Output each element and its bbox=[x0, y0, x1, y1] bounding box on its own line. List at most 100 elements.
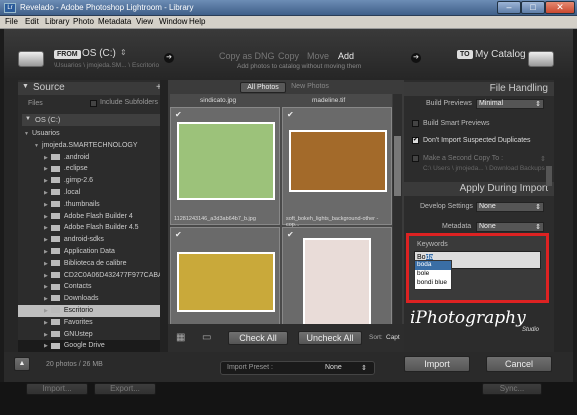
triangle-down-icon[interactable]: ▼ bbox=[24, 131, 29, 137]
photo-thumbnail[interactable] bbox=[177, 252, 275, 312]
menu-metadata[interactable]: Metadata bbox=[98, 17, 131, 26]
grid-scrollbar[interactable] bbox=[393, 94, 402, 342]
second-copy-checkbox[interactable] bbox=[412, 155, 419, 162]
include-subfolders-checkbox[interactable] bbox=[90, 100, 97, 107]
triangle-down-icon[interactable]: ▼ bbox=[34, 143, 39, 149]
tab-all-photos[interactable]: All Photos bbox=[240, 82, 286, 93]
folder-icon bbox=[50, 342, 60, 349]
grid-view-icon[interactable]: ▦ bbox=[176, 332, 185, 343]
source-path[interactable]: \Usuarios \ jmojeda.SM... \ Escritorio bbox=[54, 62, 159, 69]
metadata-dropdown[interactable]: None ⇕ bbox=[476, 222, 544, 232]
triangle-right-icon[interactable]: ▶ bbox=[44, 214, 48, 220]
chevron-updown-icon[interactable]: ⇕ bbox=[120, 48, 127, 57]
build-smart-previews-checkbox[interactable] bbox=[412, 120, 419, 127]
folder-tree-item[interactable]: ▼ Usuarios bbox=[18, 128, 168, 140]
triangle-right-icon[interactable]: ▶ bbox=[44, 225, 48, 231]
triangle-right-icon[interactable]: ▶ bbox=[44, 308, 48, 314]
mode-copy[interactable]: Copy bbox=[278, 51, 299, 61]
develop-settings-dropdown[interactable]: None ⇕ bbox=[476, 202, 544, 212]
folder-tree-item[interactable]: ▶ Contacts bbox=[18, 281, 168, 293]
folder-tree-item[interactable]: ▶ .thumbnails bbox=[18, 199, 168, 211]
folder-tree-item[interactable]: ▶ .gimp-2.6 bbox=[18, 175, 168, 187]
triangle-right-icon[interactable]: ▶ bbox=[44, 343, 48, 349]
build-previews-dropdown[interactable]: Minimal ⇕ bbox=[476, 99, 544, 109]
triangle-right-icon[interactable]: ▶ bbox=[44, 190, 48, 196]
mode-copy-as-dng[interactable]: Copy as DNG bbox=[219, 51, 275, 61]
folder-tree-item[interactable]: ▶ Adobe Flash Builder 4.5 bbox=[18, 222, 168, 234]
folder-tree-item[interactable]: ▶ android-sdks bbox=[18, 234, 168, 246]
tab-new-photos[interactable]: New Photos bbox=[288, 82, 332, 93]
checkmark-icon[interactable]: ✔ bbox=[287, 231, 295, 239]
triangle-right-icon[interactable]: ▶ bbox=[44, 296, 48, 302]
checkmark-icon[interactable]: ✔ bbox=[287, 111, 295, 119]
menu-photo[interactable]: Photo bbox=[73, 17, 94, 26]
loupe-view-icon[interactable]: ▭ bbox=[202, 332, 211, 343]
uncheck-all-button[interactable]: Uncheck All bbox=[298, 331, 362, 345]
menu-library[interactable]: Library bbox=[45, 17, 69, 26]
folder-tree-item[interactable]: ▶ .eclipse bbox=[18, 163, 168, 175]
folder-tree-item[interactable]: ▶ Biblioteca de calibre bbox=[18, 258, 168, 270]
folder-tree-item[interactable]: ▶ .local bbox=[18, 187, 168, 199]
thumbnail-cell[interactable]: ✔ 11281243146_a3d3ab64b7_b.jpg bbox=[170, 107, 280, 225]
apply-during-import-header[interactable]: Apply During Import bbox=[404, 182, 554, 196]
suggestion-item[interactable]: bondi blue bbox=[415, 279, 451, 288]
folder-tree-item[interactable]: ▶ Google Drive bbox=[18, 340, 168, 352]
triangle-right-icon[interactable]: ▶ bbox=[44, 249, 48, 255]
checkmark-icon[interactable]: ✔ bbox=[175, 111, 183, 119]
source-panel-header[interactable]: ▼ Source + bbox=[18, 82, 168, 95]
maximize-button[interactable]: □ bbox=[521, 1, 545, 14]
cancel-button[interactable]: Cancel bbox=[486, 356, 552, 372]
import-button[interactable]: Import bbox=[404, 356, 470, 372]
thumbnail-cell[interactable]: ✔ soft_bokeh_lights_background-other - c… bbox=[282, 107, 392, 228]
photo-thumbnail[interactable] bbox=[289, 130, 387, 192]
mode-move[interactable]: Move bbox=[307, 51, 329, 61]
photo-thumbnail[interactable] bbox=[303, 238, 371, 330]
triangle-right-icon[interactable]: ▶ bbox=[44, 261, 48, 267]
folder-icon bbox=[50, 307, 60, 314]
triangle-right-icon[interactable]: ▶ bbox=[44, 284, 48, 290]
folder-tree-item[interactable]: ▶ Downloads bbox=[18, 293, 168, 305]
folder-tree-item[interactable]: ▶ Adobe Flash Builder 4 bbox=[18, 211, 168, 223]
close-button[interactable]: ✕ bbox=[545, 1, 575, 14]
source-selector[interactable]: OS (C:) bbox=[82, 48, 116, 59]
checkmark-icon[interactable]: ✔ bbox=[175, 231, 183, 239]
triangle-right-icon[interactable]: ▶ bbox=[44, 166, 48, 172]
file-handling-header[interactable]: File Handling bbox=[404, 82, 554, 96]
triangle-right-icon[interactable]: ▶ bbox=[44, 155, 48, 161]
menu-view[interactable]: View bbox=[136, 17, 153, 26]
check-all-button[interactable]: Check All bbox=[228, 331, 288, 345]
menu-window[interactable]: Window bbox=[159, 17, 187, 26]
source-scrollbar[interactable] bbox=[160, 80, 168, 352]
drive-row[interactable]: ▼ OS (C:) bbox=[22, 114, 162, 126]
menu-file[interactable]: File bbox=[5, 17, 18, 26]
destination-label[interactable]: My Catalog bbox=[475, 49, 526, 60]
right-panel-scroll-thumb[interactable] bbox=[546, 166, 552, 186]
triangle-right-icon[interactable]: ▶ bbox=[44, 237, 48, 243]
second-copy-path[interactable]: C:\ Users \ jmojeda... \ Download Backup… bbox=[423, 165, 545, 172]
import-preset-bar[interactable]: Import Preset : None ⇕ bbox=[220, 361, 375, 375]
folder-tree-item[interactable]: ▶ Application Data bbox=[18, 246, 168, 258]
triangle-right-icon[interactable]: ▶ bbox=[44, 273, 48, 279]
folder-tree-item[interactable]: ▶ GNUstep bbox=[18, 329, 168, 341]
mode-add[interactable]: Add bbox=[338, 51, 354, 61]
triangle-right-icon[interactable]: ▶ bbox=[44, 320, 48, 326]
collapse-up-icon[interactable]: ▲ bbox=[14, 357, 30, 371]
folder-tree-item[interactable]: ▼ jmojeda.SMARTECHNOLOGY bbox=[18, 140, 168, 152]
minimize-button[interactable]: – bbox=[497, 1, 521, 14]
folder-tree-item[interactable]: ▶ .android bbox=[18, 152, 168, 164]
sort-value[interactable]: Capt bbox=[386, 334, 400, 341]
dont-import-duplicates-checkbox[interactable]: ✔ bbox=[412, 137, 419, 144]
suggestion-item[interactable]: bole bbox=[415, 270, 451, 279]
suggestion-item[interactable]: boda bbox=[415, 261, 451, 270]
folder-tree-item[interactable]: ▶ Escritorio bbox=[18, 304, 168, 317]
menu-edit[interactable]: Edit bbox=[25, 17, 39, 26]
triangle-right-icon[interactable]: ▶ bbox=[44, 202, 48, 208]
photo-thumbnail[interactable] bbox=[177, 122, 275, 200]
grid-scroll-thumb[interactable] bbox=[394, 136, 401, 196]
menu-help[interactable]: Help bbox=[189, 17, 205, 26]
folder-tree-item[interactable]: ▶ Favorites bbox=[18, 317, 168, 329]
folder-tree-item[interactable]: ▶ CD2C0A06D432477F977CABAAF... bbox=[18, 270, 177, 282]
triangle-right-icon[interactable]: ▶ bbox=[44, 178, 48, 184]
chevron-updown-icon[interactable]: ⇕ bbox=[540, 155, 546, 163]
triangle-right-icon[interactable]: ▶ bbox=[44, 332, 48, 338]
